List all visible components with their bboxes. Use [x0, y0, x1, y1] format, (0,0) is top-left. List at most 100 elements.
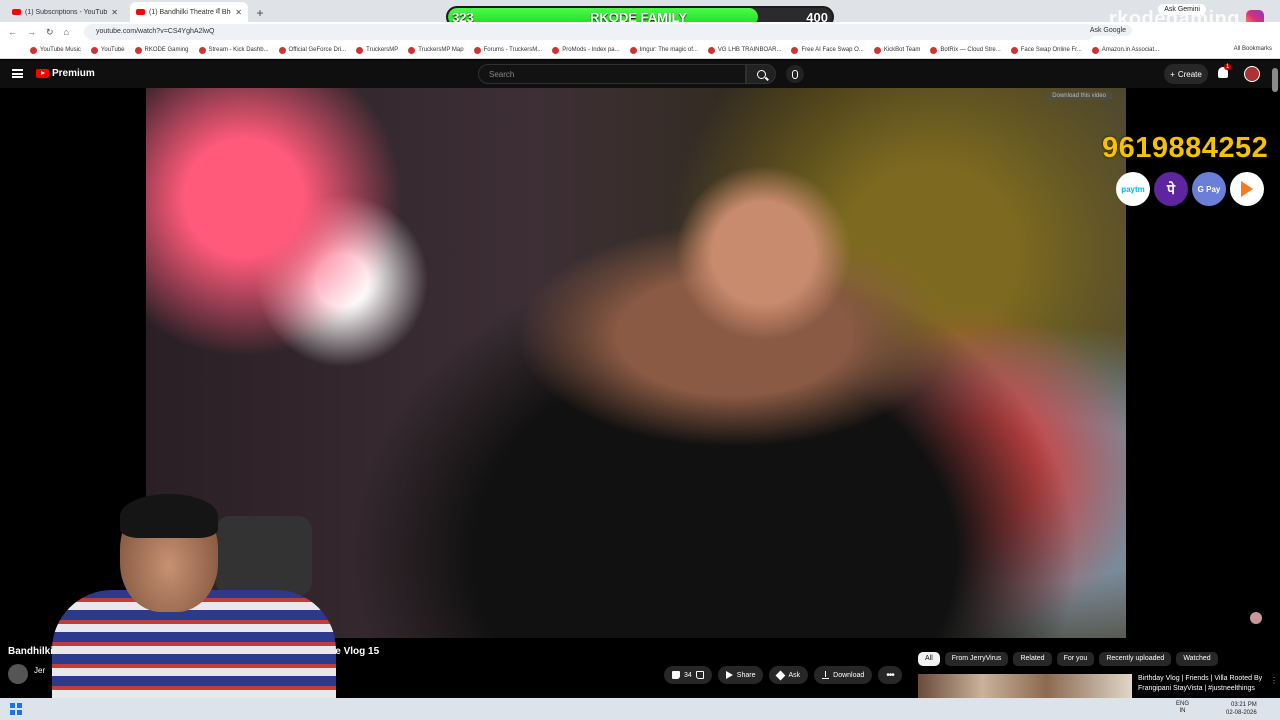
like-button[interactable]: 34	[664, 666, 712, 684]
chip-filter[interactable]: All	[918, 652, 940, 666]
youtube-favicon-icon	[136, 9, 145, 15]
share-button[interactable]: Share	[717, 666, 764, 684]
ask-label: Ask	[788, 671, 801, 679]
bookmark-item[interactable]: BotRix — Cloud Stre...	[930, 46, 1001, 54]
ask-button[interactable]: Ask	[769, 666, 809, 684]
address-row: ← → ↻ ⌂ youtube.com/watch?v=CS4YghA2lwQ …	[0, 22, 1280, 42]
bookmark-favicon-icon	[1010, 46, 1018, 54]
video-actions: 34 Share Ask Download •••	[664, 666, 902, 684]
payment-apps: paytm पे G Pay	[1116, 172, 1264, 206]
recommendation-thumbnail[interactable]	[918, 674, 1132, 698]
voice-search-icon[interactable]	[786, 65, 804, 83]
back-icon[interactable]: ←	[8, 27, 17, 37]
download-button[interactable]: Download	[814, 666, 873, 684]
windows-start-icon[interactable]	[10, 703, 22, 715]
bookmark-favicon-icon	[629, 46, 637, 54]
new-tab-button[interactable]: +	[252, 4, 268, 22]
chat-bot-icon	[1250, 612, 1262, 624]
bookmark-label: YouTube Music	[40, 47, 81, 53]
bookmark-item[interactable]: Face Swap Online Fr...	[1010, 46, 1082, 54]
tab-title: (1) Subscriptions - YouTube	[25, 8, 108, 16]
ask-google-button[interactable]: Ask Google	[1083, 25, 1132, 36]
bookmark-label: YouTube	[100, 47, 125, 53]
reload-icon[interactable]: ↻	[46, 27, 54, 38]
chip-filter[interactable]: From JerryVirus	[944, 652, 1009, 666]
recommendation-title[interactable]: Birthday Vlog | Friends | Villa Rooted B…	[1138, 674, 1268, 694]
webcam-person-hair	[120, 494, 218, 538]
page-scrollbar[interactable]	[1272, 62, 1278, 698]
share-label: Share	[736, 671, 756, 679]
bookmark-label: Official GeForce Dri...	[288, 47, 347, 53]
webcam-chair	[216, 516, 312, 596]
account-avatar[interactable]	[1244, 66, 1260, 82]
upi-phone-number: 9619884252	[1102, 132, 1269, 164]
bookmark-item[interactable]: Imgur: The magic of...	[629, 46, 698, 54]
close-icon[interactable]: ✕	[111, 8, 118, 17]
phonepe-icon: पे	[1154, 172, 1188, 206]
bhim-icon	[1230, 172, 1264, 206]
bookmark-favicon-icon	[707, 46, 715, 54]
url-field[interactable]: youtube.com/watch?v=CS4YghA2lwQ	[84, 24, 1094, 40]
bookmark-label: ProMods - Index pa...	[562, 47, 620, 53]
chip-filter[interactable]: For you	[1056, 652, 1095, 666]
language-indicator[interactable]: ENG IN	[1176, 701, 1189, 715]
bookmark-item[interactable]: Stream - Kick Dashb...	[198, 46, 269, 54]
more-actions-button[interactable]: •••	[878, 666, 902, 684]
forward-icon[interactable]: →	[27, 27, 36, 37]
bookmark-item[interactable]: Official GeForce Dri...	[278, 46, 347, 54]
bookmark-item[interactable]: ProMods - Index pa...	[552, 46, 620, 54]
create-button[interactable]: + Create	[1164, 64, 1208, 84]
bookmark-favicon-icon	[198, 46, 206, 54]
thumbs-down-icon[interactable]	[695, 671, 704, 679]
search-button[interactable]	[746, 64, 776, 84]
bookmark-item[interactable]: YouTube	[90, 46, 125, 54]
bookmark-label: Forums - TruckersM...	[483, 47, 543, 53]
bookmark-item[interactable]: Free AI Face Swap O...	[791, 46, 864, 54]
bookmarks-bar: YouTube Music YouTube RKODE Gaming Stream -…	[0, 42, 1280, 59]
system-clock[interactable]: 03:21 PM 02-08-2026	[1226, 701, 1257, 717]
chip-filter[interactable]: Related	[1013, 652, 1052, 666]
plus-icon: +	[1170, 69, 1175, 79]
clock-time: 03:21 PM	[1231, 702, 1257, 708]
bookmark-favicon-icon	[791, 46, 799, 54]
bookmark-item[interactable]: YouTube Music	[30, 46, 81, 54]
bookmark-label: KickBot Team	[883, 47, 921, 53]
channel-avatar[interactable]	[8, 664, 28, 684]
chip-filter[interactable]: Watched	[1176, 652, 1218, 666]
download-video-badge[interactable]: Download this video	[1046, 92, 1112, 100]
bookmark-item[interactable]: RKODE Gaming	[134, 46, 189, 54]
google-pay-icon: G Pay	[1192, 172, 1226, 206]
bookmark-item[interactable]: TruckersMP Map	[408, 46, 464, 54]
recommendation-chips: All From JerryVirus Related For you Recently…	[918, 652, 1218, 666]
bookmark-label: VG LHB TRAINBOAR...	[717, 47, 782, 53]
download-icon	[822, 671, 830, 679]
bookmark-favicon-icon	[278, 46, 286, 54]
search-input[interactable]: Search	[478, 64, 746, 84]
youtube-logo[interactable]: Premium	[36, 68, 95, 79]
bookmark-item[interactable]: VG LHB TRAINBOAR...	[707, 46, 782, 54]
bookmark-item[interactable]: KickBot Team	[873, 46, 921, 54]
youtube-play-icon	[36, 69, 49, 78]
tab-current-video[interactable]: (1) Bandhilki Theatre में Bho... ✕	[130, 2, 248, 22]
search-icon	[756, 69, 766, 79]
close-icon[interactable]: ✕	[235, 8, 242, 17]
bookmark-favicon-icon	[408, 46, 416, 54]
sparkle-icon	[776, 670, 786, 680]
bookmark-item[interactable]: Amazon.in Associat...	[1091, 46, 1159, 54]
scrollbar-thumb[interactable]	[1272, 68, 1278, 92]
menu-icon[interactable]	[12, 69, 23, 78]
bookmark-label: Face Swap Online Fr...	[1020, 47, 1082, 53]
logo-text: Premium	[52, 68, 95, 79]
all-bookmarks-button[interactable]: All Bookmarks	[1234, 46, 1272, 52]
tab-title: (1) Bandhilki Theatre में Bho...	[149, 8, 232, 16]
bookmark-label: BotRix — Cloud Stre...	[940, 47, 1001, 53]
more-horizontal-icon: •••	[886, 669, 894, 681]
bookmark-item[interactable]: Forums - TruckersM...	[473, 46, 543, 54]
home-icon[interactable]: ⌂	[64, 27, 69, 37]
bookmark-favicon-icon	[930, 46, 938, 54]
bookmark-label: TruckersMP Map	[418, 47, 464, 53]
tab-subscriptions[interactable]: (1) Subscriptions - YouTube ✕	[6, 2, 124, 22]
bookmark-item[interactable]: TruckersMP	[356, 46, 398, 54]
bookmark-favicon-icon	[873, 46, 881, 54]
chip-filter[interactable]: Recently uploaded	[1099, 652, 1172, 666]
